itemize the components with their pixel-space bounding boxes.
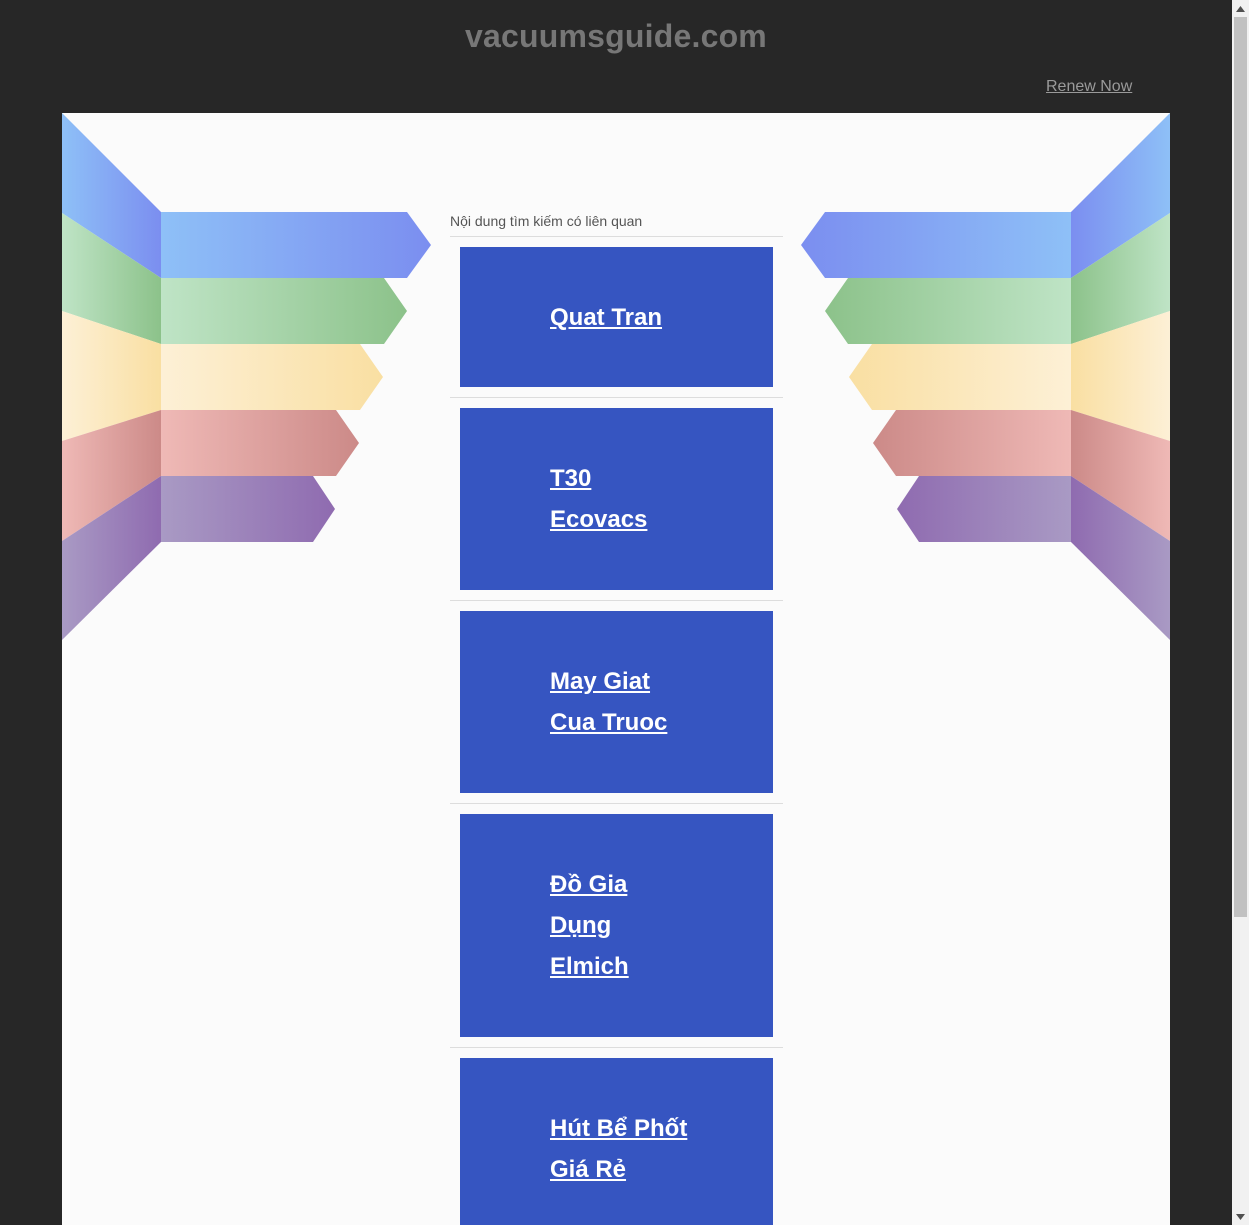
result-link[interactable]: Đồ Gia: [550, 864, 733, 905]
result-link[interactable]: T30: [550, 458, 733, 499]
ribbon-arrow-red: [873, 410, 1071, 476]
ribbon-arrow-blue: [801, 212, 1071, 278]
ribbon-arrow-purple: [161, 476, 335, 542]
result-link[interactable]: May Giat: [550, 661, 733, 702]
related-searches: Nội dung tìm kiếm có liên quan Quat Tran…: [450, 211, 783, 1225]
result-link[interactable]: Giá Rẻ: [550, 1149, 733, 1190]
result-link[interactable]: Quat Tran: [550, 297, 733, 338]
result-box[interactable]: Hút Bể Phốt Giá Rẻ: [460, 1058, 773, 1225]
content-panel: Nội dung tìm kiếm có liên quan Quat Tran…: [62, 113, 1170, 1225]
result-item: Đồ Gia Dụng Elmich: [450, 804, 783, 1048]
result-box[interactable]: Đồ Gia Dụng Elmich: [460, 814, 773, 1037]
ribbon-arrow-yellow: [849, 344, 1071, 410]
result-item: T30 Ecovacs: [450, 398, 783, 601]
ribbon-arrow-green: [825, 278, 1071, 344]
triangle-down-icon: [1236, 1213, 1245, 1220]
result-box[interactable]: May Giat Cua Truoc: [460, 611, 773, 793]
scrollbar-thumb[interactable]: [1234, 17, 1247, 917]
result-link[interactable]: Cua Truoc: [550, 702, 733, 743]
scroll-down-button[interactable]: [1232, 1208, 1249, 1225]
result-item: Hút Bể Phốt Giá Rẻ: [450, 1048, 783, 1225]
ribbon-arrow-blue: [161, 212, 431, 278]
result-box[interactable]: Quat Tran: [460, 247, 773, 387]
result-link[interactable]: Dụng: [550, 905, 733, 946]
vertical-scrollbar[interactable]: [1232, 0, 1249, 1225]
ribbon-arrow-green: [161, 278, 407, 344]
result-link[interactable]: Elmich: [550, 946, 733, 987]
related-searches-heading: Nội dung tìm kiếm có liên quan: [450, 211, 783, 237]
ribbon-arrow-purple: [897, 476, 1071, 542]
result-link[interactable]: Hút Bể Phốt: [550, 1108, 733, 1149]
decorative-wing-left: [62, 113, 431, 640]
domain-title: vacuumsguide.com: [465, 18, 767, 54]
result-box[interactable]: T30 Ecovacs: [460, 408, 773, 590]
ribbon-arrow-yellow: [161, 344, 383, 410]
ribbon-arrow-red: [161, 410, 359, 476]
result-item: May Giat Cua Truoc: [450, 601, 783, 804]
result-link[interactable]: Ecovacs: [550, 499, 733, 540]
triangle-up-icon: [1236, 5, 1245, 12]
decorative-wing-right: [801, 113, 1170, 640]
result-item: Quat Tran: [450, 237, 783, 398]
scroll-up-button[interactable]: [1232, 0, 1249, 17]
page-viewport: vacuumsguide.com Renew Now Nội dung tìm …: [0, 0, 1232, 1225]
renew-now-link[interactable]: Renew Now: [1046, 78, 1132, 96]
